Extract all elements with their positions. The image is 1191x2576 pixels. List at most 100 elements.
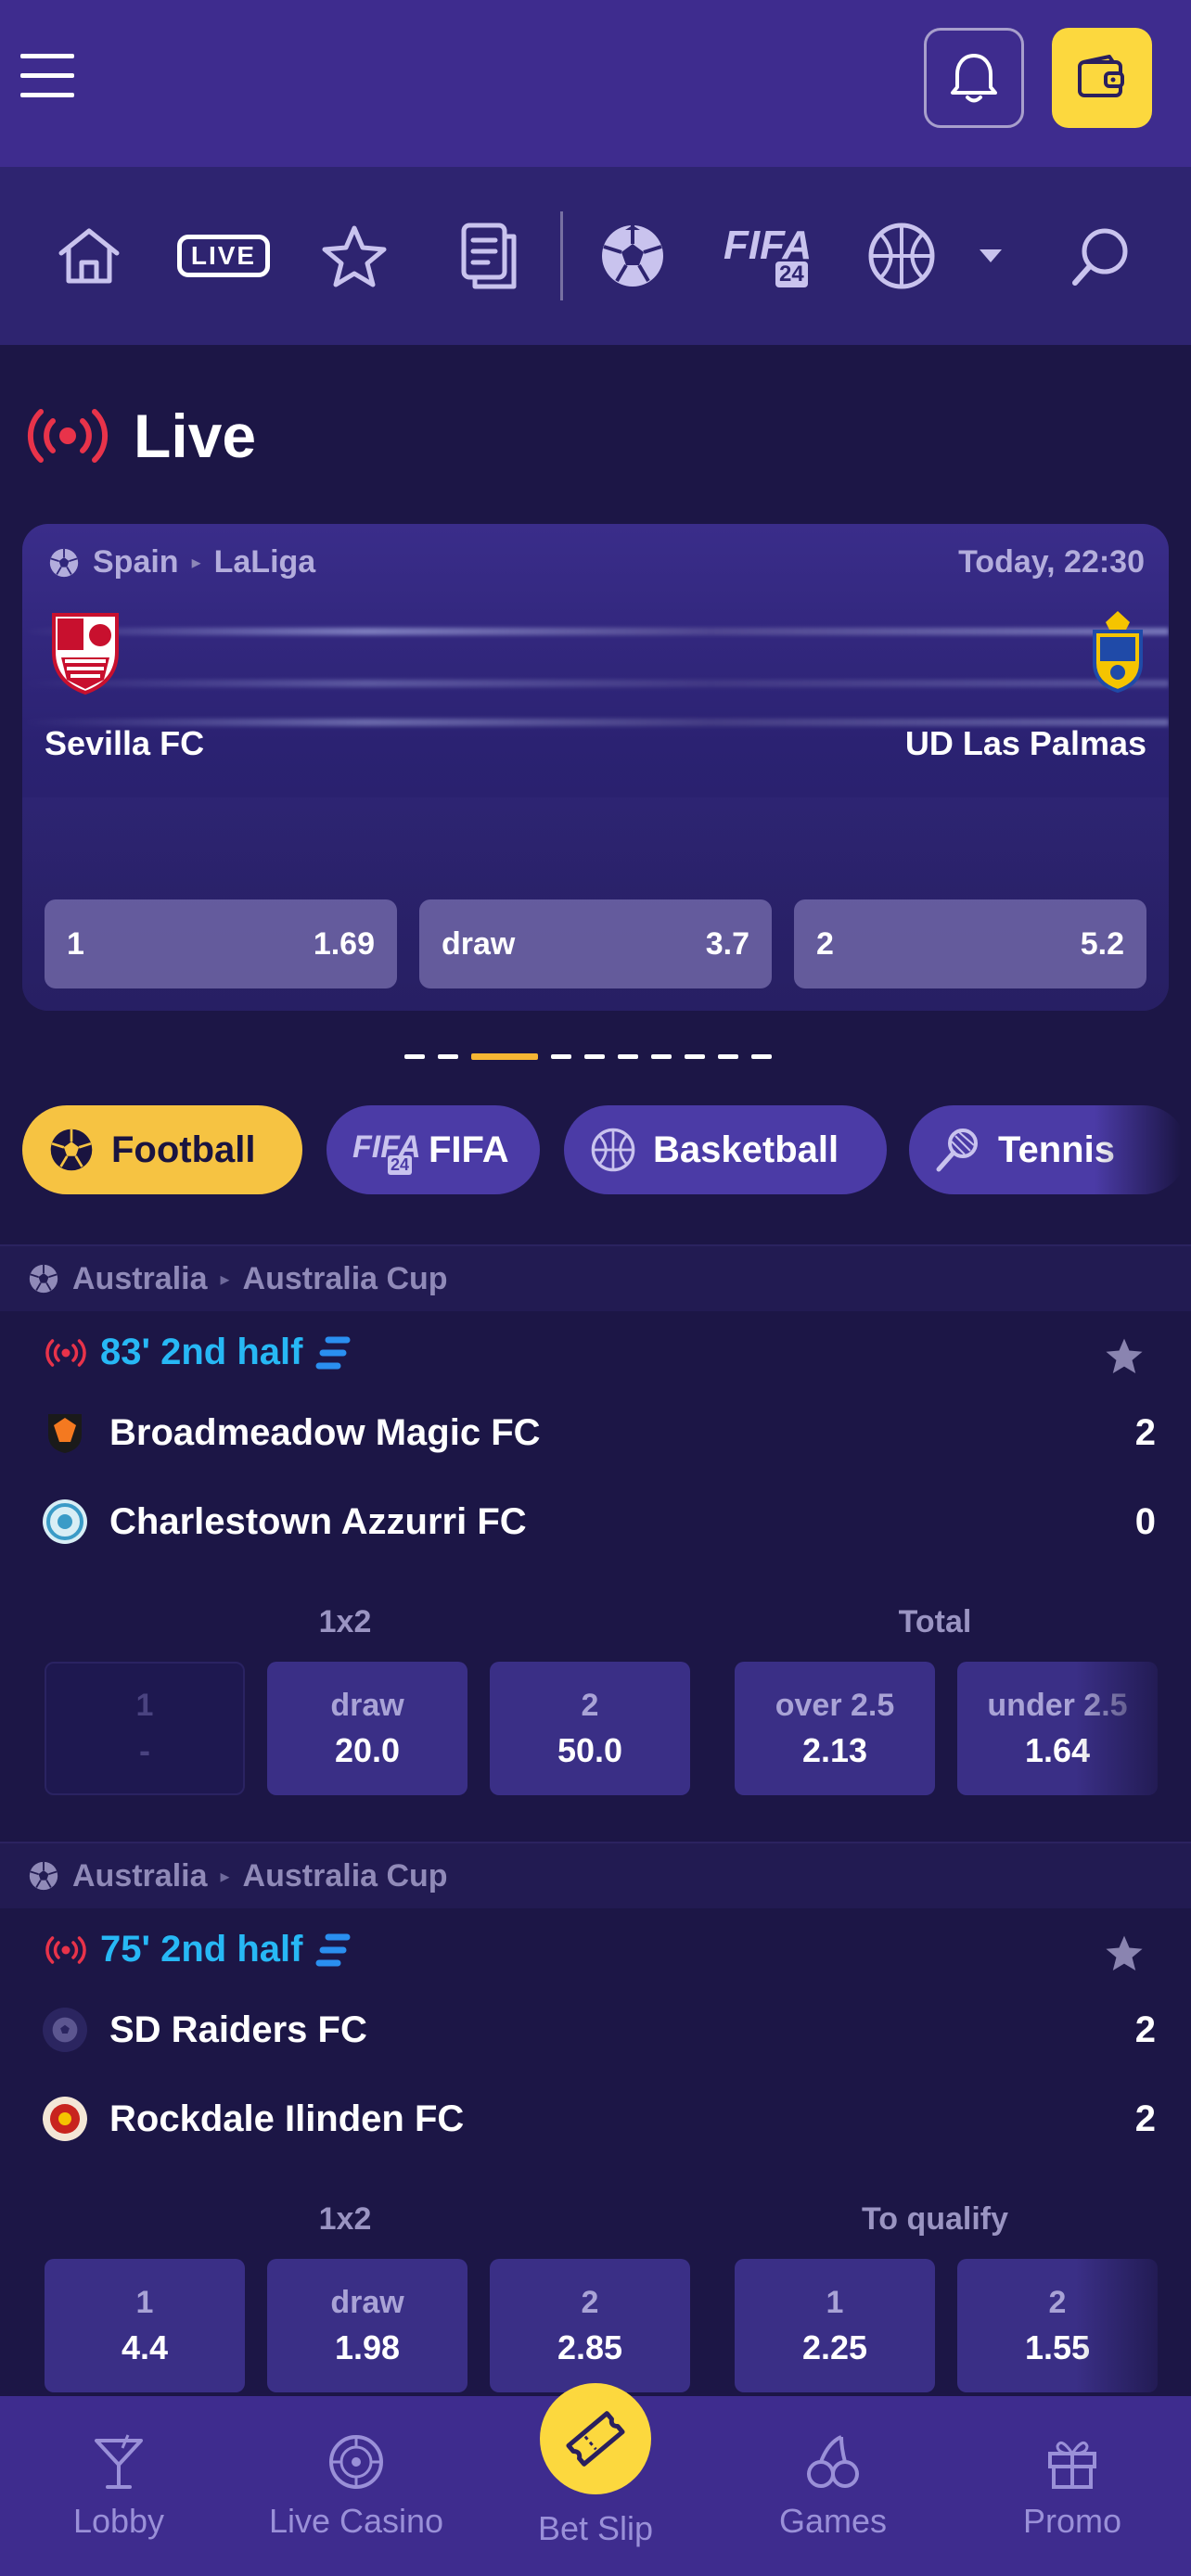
odd-label: draw (330, 1687, 404, 1723)
odd-button[interactable]: 2 50.0 (490, 1662, 690, 1795)
fifa-icon: FIFA 24 (352, 1129, 421, 1175)
carousel-dot[interactable] (685, 1054, 705, 1059)
charlestown-logo-icon (43, 1499, 87, 1544)
home-icon[interactable] (52, 210, 126, 302)
odd-button[interactable]: draw 1.98 (267, 2259, 467, 2392)
broadmeadow-logo-icon (43, 1410, 87, 1455)
cherries-icon (804, 2433, 862, 2491)
hamburger-menu-icon[interactable] (20, 48, 76, 104)
search-icon[interactable] (1063, 210, 1137, 302)
home-team-row[interactable]: Broadmeadow Magic FC 2 (43, 1405, 1156, 1460)
bottom-nav-live-casino[interactable]: Live Casino (254, 2433, 458, 2541)
carousel-dot[interactable] (584, 1054, 605, 1059)
away-team-row[interactable]: Rockdale Ilinden FC 2 (43, 2091, 1156, 2147)
star-icon[interactable] (317, 210, 391, 302)
match-time: 75' 2nd half (100, 1929, 303, 1970)
football-icon (28, 1860, 59, 1892)
live-section-header: Live (26, 389, 256, 482)
odd-label: draw (330, 2284, 404, 2320)
team-name: SD Raiders FC (109, 2009, 367, 2050)
favorite-star-icon[interactable] (1104, 1335, 1145, 1376)
stats-icon[interactable] (315, 1932, 352, 1969)
carousel-dot[interactable] (718, 1054, 738, 1059)
odd-label: over 2.5 (775, 1687, 895, 1723)
favorite-star-icon[interactable] (1104, 1932, 1145, 1973)
carousel-dot[interactable] (751, 1054, 772, 1059)
odd-value: - (139, 1730, 150, 1769)
featured-odd-away[interactable]: 2 5.2 (794, 899, 1146, 988)
las-palmas-crest-icon (1087, 609, 1148, 693)
rockdale-logo-icon (43, 2097, 87, 2141)
carousel-dot[interactable] (551, 1054, 571, 1059)
football-icon (48, 547, 80, 579)
odd-button[interactable]: draw 20.0 (267, 1662, 467, 1795)
featured-odd-draw[interactable]: draw 3.7 (419, 899, 772, 988)
league-name: Australia Cup (242, 1260, 448, 1296)
wallet-icon (1076, 55, 1128, 101)
featured-odd-home[interactable]: 1 1.69 (45, 899, 397, 988)
league-header[interactable]: Australia ▸ Australia Cup (0, 1842, 1191, 1908)
team-score: 2 (1134, 2009, 1156, 2050)
team-score: 2 (1134, 2098, 1156, 2139)
odd-label: 2 (816, 925, 834, 962)
team-name: Rockdale Ilinden FC (109, 2098, 465, 2139)
bottom-nav-promo[interactable]: Promo (970, 2433, 1174, 2541)
stadium-light-streak (22, 680, 1169, 687)
chevron-down-icon[interactable] (970, 210, 1011, 302)
sport-pill-label: FIFA (429, 1129, 509, 1170)
sport-pill-fifa[interactable]: FIFA 24 FIFA (327, 1105, 540, 1194)
market-title: 1x2 (318, 2201, 372, 2237)
odd-button[interactable]: 1 2.25 (735, 2259, 935, 2392)
nav-divider (560, 211, 563, 300)
carousel-dot[interactable] (438, 1054, 458, 1059)
odd-value: 2.25 (801, 2327, 868, 2366)
featured-match-card[interactable]: Spain ▸ LaLiga Today, 22:30 Sevilla FC U… (22, 524, 1169, 1011)
scroll-fade (1095, 1098, 1191, 1202)
team-score: 0 (1134, 1500, 1156, 1542)
league-header[interactable]: Australia ▸ Australia Cup (0, 1244, 1191, 1311)
football-icon (28, 1263, 59, 1294)
home-team-row[interactable]: SD Raiders FC 2 (43, 2002, 1156, 2058)
live-icon: LIVE (176, 235, 271, 277)
odd-label: 2 (1048, 2284, 1067, 2320)
odd-value: 5.2 (1080, 925, 1124, 962)
live-nav-item[interactable]: LIVE (173, 210, 275, 302)
sport-pill-label: Football (111, 1129, 256, 1170)
carousel-pagination[interactable] (404, 1053, 772, 1060)
football-icon[interactable] (596, 210, 670, 302)
breadcrumb-separator-icon: ▸ (220, 1866, 230, 1887)
market-title: Total (898, 1604, 972, 1639)
odd-label: 2 (581, 2284, 599, 2320)
sport-pill-basketball[interactable]: Basketball (564, 1105, 887, 1194)
bottom-nav-lobby[interactable]: Lobby (17, 2433, 221, 2541)
league-country: Australia (72, 1260, 208, 1296)
basketball-icon[interactable] (864, 210, 939, 302)
odd-button[interactable]: 1 4.4 (45, 2259, 245, 2392)
odd-button[interactable]: over 2.5 2.13 (735, 1662, 935, 1795)
betslip-button[interactable] (540, 2383, 651, 2494)
scroll-fade (1076, 1658, 1191, 1797)
match-status: 75' 2nd half (45, 1929, 352, 1970)
league-country: Australia (72, 1857, 208, 1894)
carousel-dot[interactable] (651, 1054, 672, 1059)
notifications-button[interactable] (924, 28, 1024, 128)
sport-pill-football[interactable]: Football (22, 1105, 302, 1194)
breadcrumb-separator-icon: ▸ (220, 1269, 230, 1290)
bottom-nav-label: Games (778, 2502, 888, 2540)
odd-label: 1 (826, 2284, 844, 2320)
odd-label: 2 (581, 1687, 599, 1723)
fifa-icon[interactable]: FIFA 24 (722, 210, 814, 302)
wallet-button[interactable] (1052, 28, 1152, 128)
roulette-icon (327, 2433, 385, 2491)
odd-button[interactable]: 2 2.85 (490, 2259, 690, 2392)
bottom-nav-games[interactable]: Games (731, 2433, 935, 2541)
betslip-history-icon[interactable] (453, 210, 527, 302)
carousel-dot[interactable] (618, 1054, 638, 1059)
live-broadcast-icon (45, 1338, 87, 1367)
carousel-dot[interactable] (404, 1054, 425, 1059)
carousel-dot[interactable] (471, 1053, 538, 1060)
stadium-light-streak (22, 628, 1169, 635)
away-team-row[interactable]: Charlestown Azzurri FC 0 (43, 1494, 1156, 1549)
stats-icon[interactable] (315, 1334, 352, 1371)
bottom-nav-label: Bet Slip (537, 2509, 654, 2547)
